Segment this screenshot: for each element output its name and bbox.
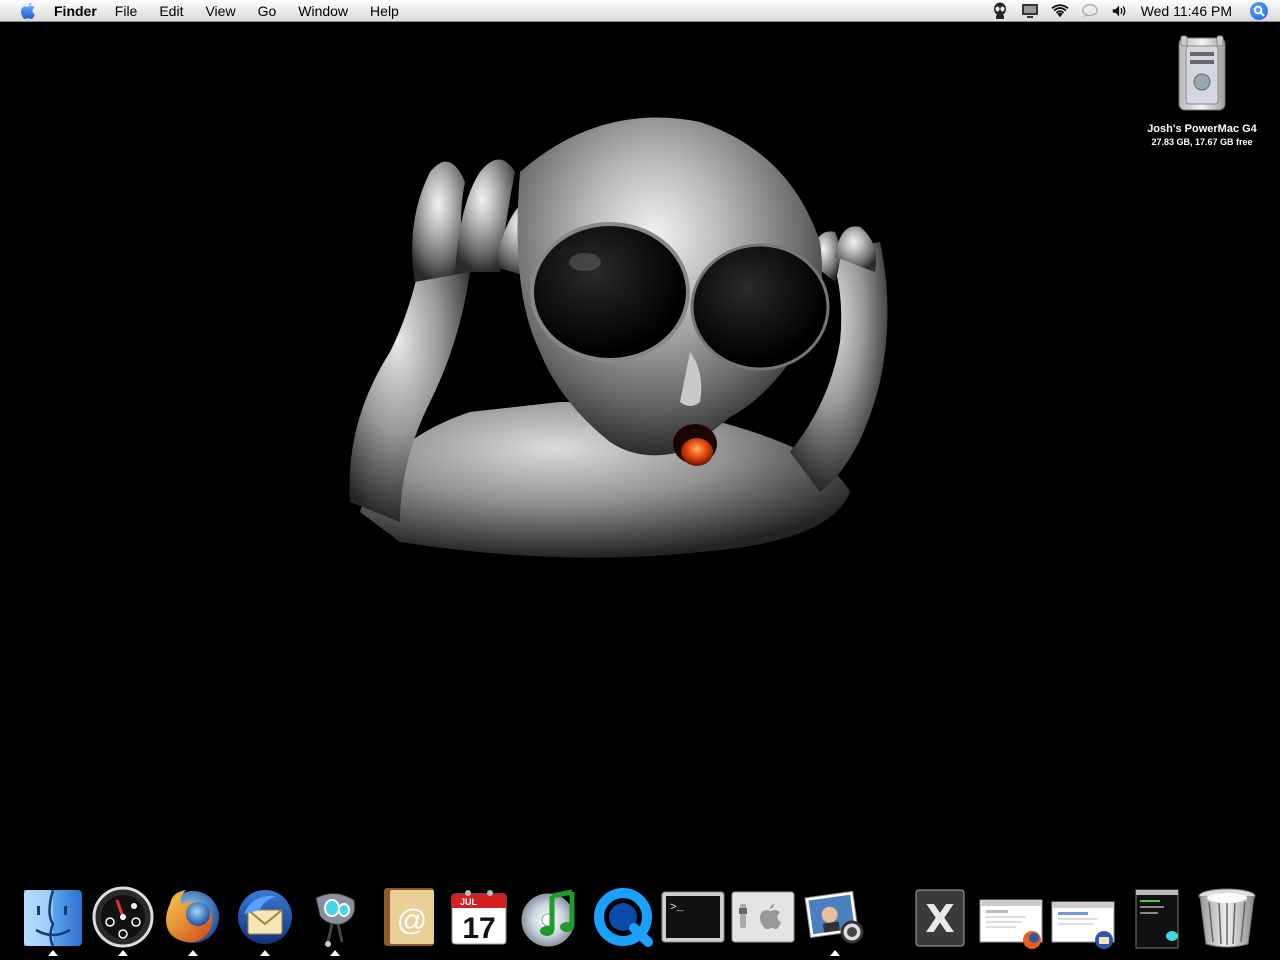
dock-item-adium[interactable] [302, 884, 368, 956]
dock-item-preview[interactable] [802, 884, 868, 956]
x11-icon: X [915, 889, 965, 947]
x11-letter: X [925, 897, 954, 941]
alien-icon[interactable] [991, 2, 1009, 20]
dock-item-quicktime[interactable] [590, 884, 656, 954]
dock-item-minimized-firefox-window[interactable] [978, 884, 1044, 954]
menu-go[interactable]: Go [258, 0, 277, 22]
spotlight-icon[interactable] [1250, 2, 1268, 20]
apple-logo-icon[interactable] [20, 2, 36, 20]
minimized-firefox-window-icon [979, 899, 1043, 949]
menu-bar: Finder File Edit View Go Window Help Wed… [0, 0, 1280, 22]
desktop-disk-icon[interactable]: Josh's PowerMac G4 27.83 GB, 17.67 GB fr… [1140, 34, 1264, 147]
dock-item-dashboard[interactable] [90, 884, 156, 956]
wifi-icon[interactable] [1051, 2, 1069, 20]
adium-icon [315, 893, 356, 947]
dock-item-minimized-adium-window[interactable] [1124, 884, 1190, 954]
running-indicator [118, 950, 128, 956]
dock-item-system-preferences[interactable] [730, 884, 796, 954]
firefox-icon [166, 890, 219, 943]
dock-item-itunes[interactable] [518, 884, 584, 954]
running-indicator [48, 950, 58, 956]
menu-extras: Wed 11:46 PM [991, 0, 1280, 22]
dock-item-ical[interactable]: JUL 17 [446, 884, 512, 954]
address-book-icon: @ [384, 888, 434, 946]
menu-finder[interactable]: Finder [54, 0, 97, 22]
disk-name: Josh's PowerMac G4 [1147, 123, 1257, 135]
ical-month: JUL [460, 897, 478, 907]
dock-item-finder[interactable] [20, 884, 86, 956]
powermac-g4-icon [1178, 35, 1226, 111]
finder-icon [24, 889, 82, 947]
minimized-adium-window-icon [1135, 889, 1179, 949]
menu-window[interactable]: Window [298, 0, 348, 22]
terminal-icon: >_ [661, 891, 725, 943]
dock-item-firefox[interactable] [160, 884, 226, 956]
svg-text:@: @ [397, 904, 427, 937]
menu-clock[interactable]: Wed 11:46 PM [1141, 3, 1232, 19]
dock-item-thunderbird[interactable] [232, 884, 298, 956]
running-indicator [830, 950, 840, 956]
desktop-wallpaper [349, 117, 888, 558]
ical-day: 17 [462, 912, 495, 945]
menu-edit[interactable]: Edit [159, 0, 183, 22]
menu-view[interactable]: View [205, 0, 235, 22]
dock-item-address-book[interactable]: @ [376, 884, 442, 954]
menu-file[interactable]: File [115, 0, 138, 22]
volume-icon[interactable] [1111, 2, 1129, 20]
dashboard-icon [92, 886, 154, 948]
dock-item-trash[interactable] [1194, 884, 1260, 954]
thunderbird-icon [238, 890, 292, 944]
running-indicator [330, 950, 340, 956]
dock-item-terminal[interactable]: >_ [660, 884, 726, 954]
ical-icon: JUL 17 [451, 890, 507, 945]
dock-item-minimized-thunderbird-window[interactable] [1050, 884, 1116, 954]
quicktime-icon [594, 888, 653, 947]
disk-info: 27.83 GB, 17.67 GB free [1151, 137, 1253, 147]
display-icon[interactable] [1021, 2, 1039, 20]
minimized-thunderbird-window-icon [1051, 901, 1115, 949]
dock-item-x11[interactable]: X [906, 884, 972, 954]
running-indicator [188, 950, 198, 956]
running-indicator [260, 950, 270, 956]
preview-icon [804, 890, 864, 944]
ichat-status-icon[interactable] [1081, 2, 1099, 20]
itunes-icon [521, 889, 575, 947]
dock: @ JUL 17 >_ X [0, 878, 1280, 960]
menu-help[interactable]: Help [370, 0, 399, 22]
terminal-prompt: >_ [670, 902, 684, 914]
trash-icon [1198, 888, 1256, 948]
system-preferences-icon [731, 891, 795, 943]
